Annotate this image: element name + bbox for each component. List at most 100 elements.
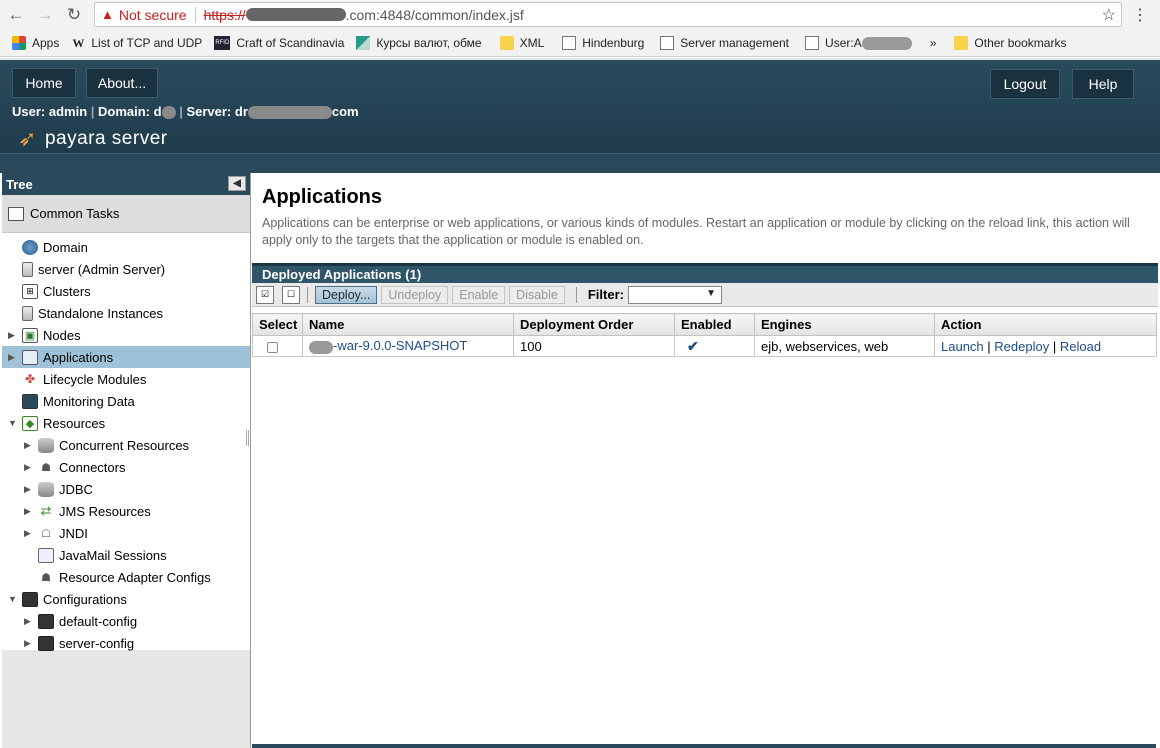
reload-icon[interactable]: ↻ — [61, 2, 87, 28]
applications-icon — [22, 349, 38, 365]
bookmark-craft[interactable]: RFID Craft of Scandinavia — [214, 36, 344, 50]
tree-node-lifecycle[interactable]: ✤ Lifecycle Modules — [2, 368, 250, 390]
tree-node-connectors[interactable]: ▶ ☗ Connectors — [2, 456, 250, 478]
expand-icon[interactable]: ▶ — [24, 506, 31, 517]
pane-resize-handle[interactable] — [246, 430, 249, 446]
page-description: Applications can be enterprise or web ap… — [262, 216, 1130, 247]
bookmark-apps[interactable]: Apps — [12, 36, 59, 50]
forward-icon[interactable]: → — [32, 2, 58, 28]
undeploy-button[interactable]: Undeploy — [381, 285, 449, 304]
bookmarks-overflow[interactable]: » — [930, 36, 937, 50]
expand-icon[interactable]: ▶ — [24, 638, 31, 649]
home-button[interactable]: Home — [12, 68, 76, 98]
select-all-icon[interactable]: ☑ — [256, 285, 274, 304]
mail-icon — [38, 547, 54, 563]
tree-node-jdbc[interactable]: ▶ JDBC — [2, 478, 250, 500]
tree-node-adapter[interactable]: ☗ Resource Adapter Configs — [2, 566, 250, 588]
action-separator: | — [1052, 338, 1057, 354]
clusters-icon: ⊞ — [22, 283, 38, 299]
console-header: Home About... Logout Help User: admin | … — [0, 58, 1160, 153]
expand-icon[interactable]: ▶ — [8, 352, 15, 363]
tree-node-server-config[interactable]: ▶ server-config — [2, 632, 250, 654]
tree-node-monitoring[interactable]: Monitoring Data — [2, 390, 250, 412]
tree-node-resources[interactable]: ▼ ◆ Resources — [2, 412, 250, 434]
expand-icon[interactable]: ▶ — [8, 330, 15, 341]
collapse-icon[interactable]: ▼ — [8, 594, 17, 604]
tree-node-server[interactable]: server (Admin Server) — [2, 258, 250, 280]
collapse-tree-icon[interactable]: ◀ — [228, 176, 246, 191]
expand-icon[interactable]: ▶ — [24, 528, 31, 539]
column-order[interactable]: Deployment Order — [513, 313, 675, 336]
help-button[interactable]: Help — [1072, 69, 1134, 99]
address-bar[interactable]: ▲ Not secure https:// .com:4848/common/i… — [94, 2, 1122, 27]
bookmarks-bar: Apps W List of TCP and UDP RFID Craft of S… — [0, 30, 1160, 57]
tree-node-clusters[interactable]: ⊞ Clusters — [2, 280, 250, 302]
server-icon — [22, 261, 33, 277]
bookmark-currency[interactable]: Курсы валют, обме — [356, 36, 482, 50]
common-tasks-icon — [8, 206, 24, 221]
disable-button[interactable]: Disable — [509, 285, 565, 304]
column-name[interactable]: Name — [302, 313, 514, 336]
redeploy-link[interactable]: Redeploy — [994, 339, 1049, 354]
tree-node-concurrent[interactable]: ▶ Concurrent Resources — [2, 434, 250, 456]
bookmark-user[interactable]: User:A — [805, 36, 912, 50]
back-icon[interactable]: ← — [3, 2, 29, 28]
bookmark-hindenburg[interactable]: Hindenburg — [562, 36, 644, 50]
monitor-icon — [22, 393, 38, 409]
row-engines: ejb, webservices, web — [754, 335, 935, 357]
bookmark-other[interactable]: Other bookmarks — [954, 36, 1066, 50]
resources-icon: ◆ — [22, 415, 38, 431]
bookmark-server-mgmt[interactable]: Server management — [660, 36, 789, 50]
tree-node-jndi[interactable]: ▶ ☖ JNDI — [2, 522, 250, 544]
navigation-tree: Tree ◀ Common Tasks Domain server (Admin… — [2, 173, 251, 748]
column-engines[interactable]: Engines — [754, 313, 935, 336]
row-checkbox[interactable] — [267, 341, 278, 353]
browser-menu-icon[interactable]: ⋮ — [1132, 5, 1148, 25]
jndi-icon: ☖ — [41, 527, 51, 540]
server-label: Server: dr — [186, 104, 248, 119]
about-button[interactable]: About... — [86, 68, 158, 98]
column-enabled[interactable]: Enabled — [674, 313, 755, 336]
tree-node-domain[interactable]: Domain — [2, 236, 250, 258]
tree-node-configurations[interactable]: ▼ Configurations — [2, 588, 250, 610]
collapse-icon[interactable]: ▼ — [8, 418, 17, 428]
common-tasks[interactable]: Common Tasks — [2, 195, 250, 233]
expand-icon[interactable]: ▶ — [24, 616, 31, 627]
table-header-row: Select Name Deployment Order Enabled Eng… — [252, 313, 1157, 336]
enable-button[interactable]: Enable — [452, 285, 506, 304]
bookmark-xml[interactable]: XML — [499, 36, 544, 50]
logo-text: payara server — [44, 128, 168, 149]
user-info: User: admin | Domain: d | Server: dr com — [12, 104, 359, 120]
app-name-link[interactable]: -war-9.0.0-SNAPSHOT — [333, 338, 467, 353]
launch-link[interactable]: Launch — [941, 339, 984, 354]
tree-node-jms[interactable]: ▶ ⇄ JMS Resources — [2, 500, 250, 522]
content-bottom-border — [252, 744, 1156, 748]
table-row: -war-9.0.0-SNAPSHOT 100 ✔ ejb, webservic… — [252, 335, 1157, 357]
tree-node-standalone[interactable]: Standalone Instances — [2, 302, 250, 324]
logout-button[interactable]: Logout — [990, 69, 1060, 99]
filter-select[interactable]: ▼ — [627, 285, 722, 304]
expand-icon[interactable]: ▶ — [24, 462, 31, 473]
tree-node-applications[interactable]: ▶ Applications — [2, 346, 250, 368]
table-toolbar: ☑ ☐ Deploy... Undeploy Enable Disable Fi… — [252, 283, 1158, 307]
bookmark-tcp-udp[interactable]: W List of TCP and UDP — [71, 36, 202, 50]
column-select[interactable]: Select — [252, 313, 303, 336]
folder-icon — [954, 36, 969, 50]
page-icon — [805, 36, 820, 50]
rfid-icon: RFID — [214, 36, 231, 50]
tree-node-default-config[interactable]: ▶ default-config — [2, 610, 250, 632]
deploy-button[interactable]: Deploy... — [315, 285, 378, 304]
row-order: 100 — [513, 335, 675, 357]
tree-node-javamail[interactable]: JavaMail Sessions — [2, 544, 250, 566]
filter-label: Filter: — [587, 287, 624, 302]
expand-icon[interactable]: ▶ — [24, 484, 31, 495]
header-strip — [0, 153, 1160, 173]
reload-link[interactable]: Reload — [1060, 339, 1101, 354]
warning-triangle-icon: ▲ — [101, 7, 114, 22]
tree-title: Tree — [6, 176, 33, 192]
tree-node-nodes[interactable]: ▶ ▣ Nodes — [2, 324, 250, 346]
config-icon — [38, 635, 54, 651]
bookmark-star-icon[interactable]: ☆ — [1102, 5, 1116, 25]
deselect-all-icon[interactable]: ☐ — [282, 285, 300, 304]
expand-icon[interactable]: ▶ — [24, 440, 31, 451]
